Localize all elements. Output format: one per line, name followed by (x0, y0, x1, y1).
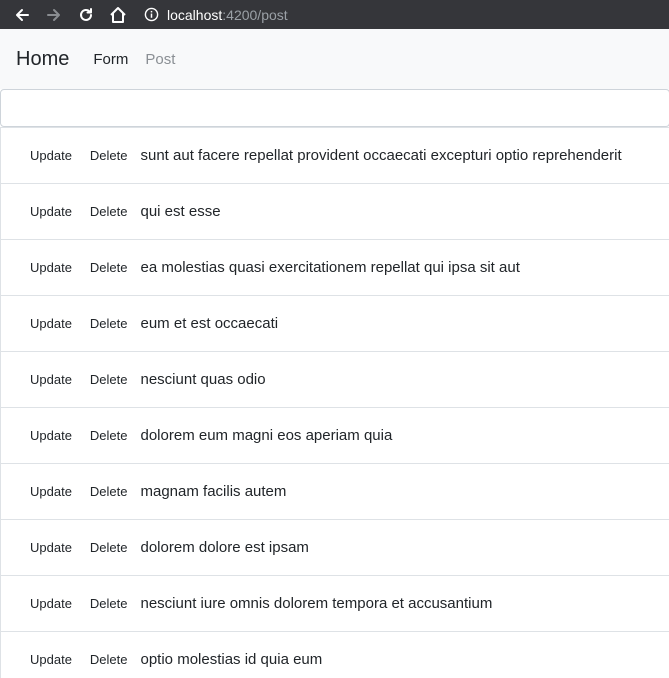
list-item: Update Delete eum et est occaecati (1, 296, 669, 352)
update-button[interactable]: Update (30, 204, 72, 219)
reload-icon[interactable] (76, 5, 96, 25)
update-button[interactable]: Update (30, 260, 72, 275)
delete-button[interactable]: Delete (90, 652, 128, 667)
delete-button[interactable]: Delete (90, 540, 128, 555)
delete-button[interactable]: Delete (90, 148, 128, 163)
post-title: qui est esse (140, 203, 221, 220)
url-host: localhost (167, 6, 223, 23)
post-title: sunt aut facere repellat provident occae… (140, 147, 622, 164)
post-title: nesciunt iure omnis dolorem tempora et a… (140, 595, 493, 612)
post-title: ea molestias quasi exercitationem repell… (140, 259, 520, 276)
post-title: optio molestias id quia eum (140, 651, 323, 668)
list-item: Update Delete qui est esse (1, 184, 669, 240)
nav-link-form[interactable]: Form (93, 51, 128, 68)
list-item: Update Delete ea molestias quasi exercit… (1, 240, 669, 296)
url-path: :4200/post (222, 6, 288, 23)
update-button[interactable]: Update (30, 652, 72, 667)
delete-button[interactable]: Delete (90, 204, 128, 219)
post-title: dolorem eum magni eos aperiam quia (140, 427, 393, 444)
post-title: dolorem dolore est ipsam (140, 539, 309, 556)
post-list: Update Delete sunt aut facere repellat p… (0, 127, 669, 678)
delete-button[interactable]: Delete (90, 484, 128, 499)
nav-link-post[interactable]: Post (145, 51, 175, 68)
update-button[interactable]: Update (30, 148, 72, 163)
update-button[interactable]: Update (30, 372, 72, 387)
delete-button[interactable]: Delete (90, 316, 128, 331)
list-item: Update Delete nesciunt quas odio (1, 352, 669, 408)
list-item: Update Delete magnam facilis autem (1, 464, 669, 520)
delete-button[interactable]: Delete (90, 372, 128, 387)
list-item: Update Delete optio molestias id quia eu… (1, 632, 669, 678)
post-title: eum et est occaecati (140, 315, 279, 332)
list-item: Update Delete dolorem eum magni eos aper… (1, 408, 669, 464)
list-item: Update Delete nesciunt iure omnis dolore… (1, 576, 669, 632)
back-arrow-icon[interactable] (12, 5, 32, 25)
post-title: magnam facilis autem (140, 483, 287, 500)
delete-button[interactable]: Delete (90, 428, 128, 443)
list-item: Update Delete sunt aut facere repellat p… (1, 128, 669, 184)
update-button[interactable]: Update (30, 428, 72, 443)
update-button[interactable]: Update (30, 484, 72, 499)
forward-arrow-icon[interactable] (44, 5, 64, 25)
address-bar[interactable]: localhost:4200/post (144, 7, 288, 23)
search-input[interactable] (0, 89, 669, 127)
delete-button[interactable]: Delete (90, 596, 128, 611)
update-button[interactable]: Update (30, 596, 72, 611)
browser-toolbar: localhost:4200/post (0, 0, 669, 29)
home-icon[interactable] (108, 5, 128, 25)
post-title: nesciunt quas odio (140, 371, 266, 388)
navbar-brand[interactable]: Home (16, 48, 69, 71)
update-button[interactable]: Update (30, 316, 72, 331)
info-icon[interactable] (144, 7, 159, 22)
list-item: Update Delete dolorem dolore est ipsam (1, 520, 669, 576)
update-button[interactable]: Update (30, 540, 72, 555)
delete-button[interactable]: Delete (90, 260, 128, 275)
navbar: Home Form Post (0, 29, 669, 89)
